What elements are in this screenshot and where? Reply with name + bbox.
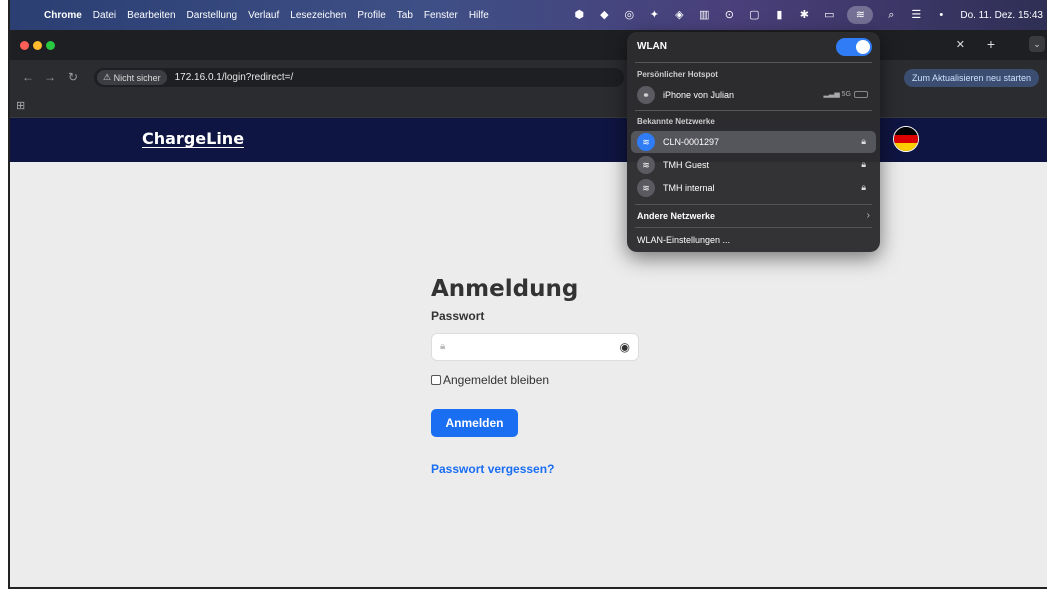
menu-hilfe[interactable]: Hilfe bbox=[469, 10, 489, 21]
page-title: Anmeldung bbox=[431, 276, 579, 302]
hotspot-icon: ⚭ bbox=[637, 86, 655, 104]
network-name: CLN-0001297 bbox=[663, 137, 720, 147]
menu-bar: Chrome Datei Bearbeiten Darstellung Verl… bbox=[10, 0, 1047, 30]
german-flag-icon[interactable] bbox=[893, 126, 919, 152]
hotspot-info: ▂▃▅ 5G bbox=[824, 90, 868, 98]
site-header: ChargeLine bbox=[10, 118, 1047, 162]
network-row[interactable]: ≋ TMH Guest 🔒︎ bbox=[631, 154, 876, 176]
tab-search-icon[interactable]: ⌄ bbox=[1029, 36, 1045, 52]
forgot-password-link[interactable]: Passwort vergessen? bbox=[431, 462, 554, 476]
status-app-icon[interactable]: ▥ bbox=[697, 9, 711, 21]
divider bbox=[635, 110, 872, 111]
spotlight-search-icon[interactable]: ⌕ bbox=[884, 9, 898, 21]
apple-icon[interactable] bbox=[22, 9, 34, 21]
menu-fenster[interactable]: Fenster bbox=[424, 10, 458, 21]
toggle-knob bbox=[856, 40, 870, 54]
bookmarks-bar: ⊞ bbox=[10, 94, 1047, 118]
bluetooth-icon[interactable]: ✱ bbox=[797, 9, 811, 21]
forward-icon[interactable]: → bbox=[44, 70, 56, 84]
lock-icon: 🔒︎ bbox=[861, 136, 866, 146]
close-tab-icon[interactable]: ✕ bbox=[956, 38, 965, 51]
menu-bearbeiten[interactable]: Bearbeiten bbox=[127, 10, 175, 21]
status-app-icon[interactable]: ▮ bbox=[772, 9, 786, 21]
chevron-right-icon[interactable]: › bbox=[867, 210, 870, 221]
menu-tab[interactable]: Tab bbox=[397, 10, 413, 21]
site-logo[interactable]: ChargeLine bbox=[142, 129, 244, 148]
wifi-icon: ≋ bbox=[637, 156, 655, 174]
divider bbox=[635, 62, 872, 63]
tab-strip: ✕ + ⌄ bbox=[10, 30, 1047, 60]
menu-clock[interactable]: Do. 11. Dez. 15:43 bbox=[960, 10, 1043, 21]
hotspot-row[interactable]: ⚭ iPhone von Julian ▂▃▅ 5G bbox=[631, 84, 876, 106]
remember-checkbox[interactable] bbox=[431, 375, 441, 385]
status-app-icon[interactable]: ◎ bbox=[622, 9, 636, 21]
wifi-icon: ≋ bbox=[637, 133, 655, 151]
hotspot-section-title: Persönlicher Hotspot bbox=[637, 70, 718, 79]
warning-icon: ⚠ bbox=[103, 72, 114, 82]
status-app-icon[interactable]: ◆ bbox=[597, 9, 611, 21]
reload-icon[interactable]: ↻ bbox=[68, 70, 78, 84]
back-icon[interactable]: ← bbox=[22, 70, 34, 84]
status-app-icon[interactable]: ▢ bbox=[747, 9, 761, 21]
menu-lesezeichen[interactable]: Lesezeichen bbox=[290, 10, 346, 21]
wifi-icon: ≋ bbox=[637, 179, 655, 197]
remember-label: Angemeldet bleiben bbox=[443, 373, 550, 387]
status-app-icon[interactable]: ✦ bbox=[647, 9, 661, 21]
network-name: TMH internal bbox=[663, 183, 715, 193]
update-button[interactable]: Zum Aktualisieren neu starten bbox=[903, 69, 1039, 87]
network-row[interactable]: ≋ CLN-0001297 🔒︎ bbox=[631, 131, 876, 153]
minimize-window-button[interactable] bbox=[33, 41, 42, 50]
signal-icon: ▂▃▅ bbox=[823, 91, 842, 98]
wlan-menu: WLAN Persönlicher Hotspot ⚭ iPhone von J… bbox=[627, 32, 880, 252]
security-label: Nicht sicher bbox=[113, 72, 161, 83]
control-center-icon[interactable]: ☰ bbox=[909, 9, 923, 21]
menu-app-name[interactable]: Chrome bbox=[44, 10, 82, 21]
wlan-toggle[interactable] bbox=[836, 38, 872, 56]
maximize-window-button[interactable] bbox=[46, 41, 55, 50]
status-app-icon[interactable]: ⬢ bbox=[572, 9, 586, 21]
lock-icon: 🔒︎ bbox=[440, 341, 446, 352]
divider bbox=[635, 227, 872, 228]
network-name: TMH Guest bbox=[663, 160, 710, 170]
eye-icon[interactable]: ◉ bbox=[620, 340, 630, 354]
other-networks-item[interactable]: Andere Netzwerke bbox=[637, 211, 715, 221]
address-bar[interactable]: ⚠ Nicht sicher 172.16.0.1/login?redirect… bbox=[94, 68, 624, 87]
menu-verlauf[interactable]: Verlauf bbox=[248, 10, 279, 21]
screen: Chrome Datei Bearbeiten Darstellung Verl… bbox=[8, 0, 1047, 589]
known-networks-title: Bekannte Netzwerke bbox=[637, 117, 715, 126]
battery-icon bbox=[854, 90, 868, 98]
close-window-button[interactable] bbox=[20, 41, 29, 50]
network-row[interactable]: ≋ TMH internal 🔒︎ bbox=[631, 177, 876, 199]
wlan-settings-item[interactable]: WLAN-Einstellungen ... bbox=[637, 235, 730, 245]
status-dot-icon[interactable]: • bbox=[934, 9, 948, 21]
login-button[interactable]: Anmelden bbox=[431, 409, 518, 437]
apps-grid-icon[interactable]: ⊞ bbox=[16, 99, 25, 112]
password-label: Passwort bbox=[431, 309, 485, 323]
url-text[interactable]: 172.16.0.1/login?redirect=/ bbox=[175, 72, 294, 83]
password-input[interactable]: 🔒︎ ◉ bbox=[431, 333, 639, 361]
new-tab-icon[interactable]: + bbox=[987, 36, 995, 52]
status-app-icon[interactable]: ⊙ bbox=[722, 9, 736, 21]
status-app-icon[interactable]: ◈ bbox=[672, 9, 686, 21]
wifi-icon[interactable]: ≋ bbox=[847, 6, 874, 24]
menu-profile[interactable]: Profile bbox=[357, 10, 385, 21]
hotspot-name: iPhone von Julian bbox=[663, 90, 735, 100]
menu-darstellung[interactable]: Darstellung bbox=[187, 10, 238, 21]
browser-toolbar: ← → ↻ ⚠ Nicht sicher 172.16.0.1/login?re… bbox=[10, 60, 1047, 94]
status-area: ⬢ ◆ ◎ ✦ ◈ ▥ ⊙ ▢ ▮ ✱ ▭ ≋ ⌕ ☰ • Do. 11. De… bbox=[561, 0, 1043, 30]
menu-datei[interactable]: Datei bbox=[93, 10, 116, 21]
battery-icon[interactable]: ▭ bbox=[822, 9, 836, 21]
lock-icon: 🔒︎ bbox=[861, 182, 866, 192]
remember-me[interactable]: Angemeldet bleiben bbox=[431, 373, 549, 387]
wlan-title: WLAN bbox=[637, 41, 667, 52]
lock-icon: 🔒︎ bbox=[861, 159, 866, 169]
security-chip[interactable]: ⚠ Nicht sicher bbox=[97, 70, 167, 85]
divider bbox=[635, 204, 872, 205]
hotspot-band: 5G bbox=[841, 90, 851, 98]
